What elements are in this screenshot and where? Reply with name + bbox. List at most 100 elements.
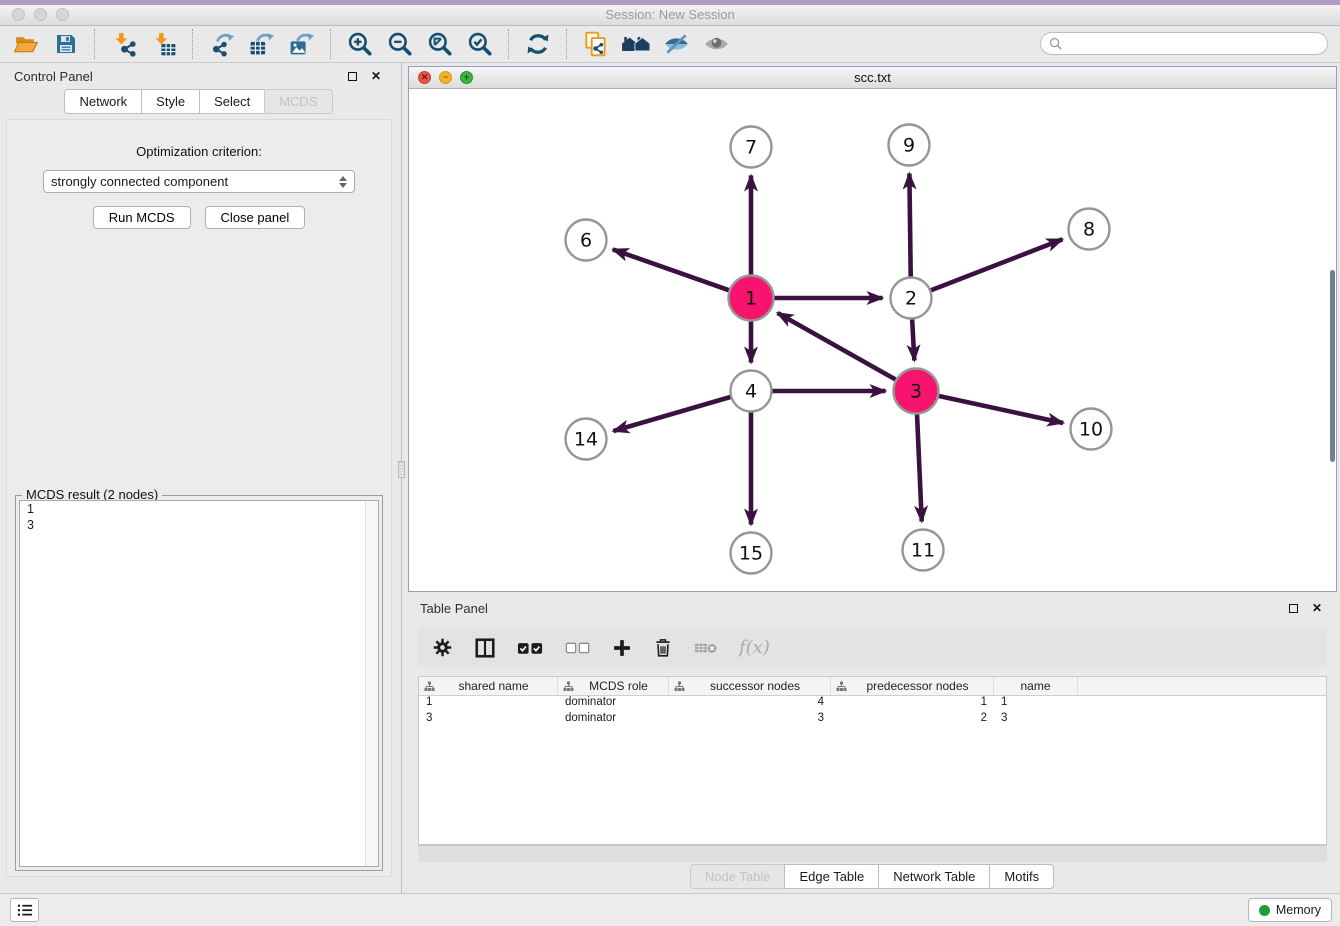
delete-rows-trash-icon[interactable] <box>653 633 673 663</box>
tab-select[interactable]: Select <box>199 89 265 114</box>
toolbar-separator <box>558 29 567 59</box>
table-cell[interactable]: 3 <box>419 712 558 728</box>
table-cell[interactable]: 1 <box>419 696 558 712</box>
hide-selected-icon[interactable] <box>656 28 696 60</box>
graph-edge-1-6[interactable] <box>613 249 729 290</box>
export-network-icon[interactable] <box>202 28 242 60</box>
show-column-panel-icon[interactable] <box>474 633 496 663</box>
tab-style[interactable]: Style <box>141 89 200 114</box>
table-cell[interactable]: 1 <box>994 696 1078 712</box>
zoom-fit-icon[interactable] <box>420 28 460 60</box>
graph-node-label: 15 <box>739 543 763 565</box>
graph-edge-2-8[interactable] <box>931 239 1062 290</box>
table-settings-gear-icon[interactable] <box>432 633 453 663</box>
task-history-button[interactable] <box>10 898 39 922</box>
table-cell[interactable]: 2 <box>831 712 994 728</box>
table-panel-bottom-strip <box>418 845 1327 862</box>
column-header-name[interactable]: name <box>994 677 1078 695</box>
column-type-icon <box>674 681 685 692</box>
apply-layout-icon[interactable] <box>518 28 558 60</box>
tab-motifs[interactable]: Motifs <box>989 864 1054 889</box>
memory-button[interactable]: Memory <box>1248 898 1332 922</box>
task-list-icon <box>16 902 34 918</box>
zoom-in-icon[interactable] <box>340 28 380 60</box>
open-session-icon[interactable] <box>6 28 46 60</box>
graph-node-2[interactable]: 2 <box>891 278 932 319</box>
save-session-icon[interactable] <box>46 28 86 60</box>
graph-node-4[interactable]: 4 <box>731 371 772 412</box>
tab-mcds[interactable]: MCDS <box>264 89 332 114</box>
select-stepper-icon <box>339 176 347 188</box>
create-column-plus-icon[interactable] <box>612 633 632 663</box>
tab-network[interactable]: Network <box>64 89 142 114</box>
graph-edge-3-10[interactable] <box>939 396 1063 423</box>
table-row[interactable]: 1dominator411 <box>419 696 1326 712</box>
close-table-panel-icon[interactable]: ✕ <box>1309 600 1325 616</box>
table-cell[interactable]: 3 <box>994 712 1078 728</box>
graph-node-7[interactable]: 7 <box>731 127 772 168</box>
import-network-icon[interactable] <box>104 28 144 60</box>
optimization-criterion-select[interactable]: strongly connected component <box>43 170 355 193</box>
select-all-columns-icon[interactable] <box>517 633 544 663</box>
table-cell[interactable]: 4 <box>669 696 831 712</box>
zoom-selected-icon[interactable] <box>460 28 500 60</box>
graph-edge-3-1[interactable] <box>778 313 896 379</box>
table-row[interactable]: 3dominator323 <box>419 712 1326 728</box>
network-window-titlebar[interactable]: ✕ − + scc.txt <box>409 67 1336 89</box>
column-type-icon <box>563 681 574 692</box>
import-table-icon[interactable] <box>144 28 184 60</box>
unselect-all-columns-icon[interactable] <box>565 633 591 663</box>
graph-edge-3-11[interactable] <box>917 414 922 521</box>
graph-node-3[interactable]: 3 <box>894 369 939 414</box>
mcds-result-item: 1 <box>20 501 378 517</box>
table-cell[interactable]: 3 <box>669 712 831 728</box>
graph-node-8[interactable]: 8 <box>1069 209 1110 250</box>
close-panel-button[interactable]: Close panel <box>205 206 306 229</box>
graph-node-14[interactable]: 14 <box>566 419 607 460</box>
mcds-result-list[interactable]: 13 <box>19 500 379 867</box>
search-field[interactable] <box>1040 32 1328 55</box>
show-all-icon[interactable] <box>696 28 736 60</box>
network-graph[interactable]: 1 2 3 4 6 7 8 9 10 11 14 15 <box>409 89 1336 591</box>
graph-node-label: 3 <box>910 381 922 403</box>
graph-node-6[interactable]: 6 <box>566 220 607 261</box>
network-vertical-scrollbar[interactable] <box>1330 270 1335 462</box>
column-header-predecessor-nodes[interactable]: predecessor nodes <box>831 677 994 695</box>
vertical-split-grip[interactable] <box>398 461 405 478</box>
graph-node-label: 4 <box>745 381 757 403</box>
graph-node-15[interactable]: 15 <box>731 533 772 574</box>
export-image-icon[interactable] <box>282 28 322 60</box>
column-header-label: shared name <box>435 679 552 693</box>
result-scrollbar[interactable] <box>365 501 378 866</box>
memory-label: Memory <box>1276 903 1321 917</box>
column-header-shared-name[interactable]: shared name <box>419 677 558 695</box>
network-canvas[interactable]: 1 2 3 4 6 7 8 9 10 11 14 15 <box>409 89 1336 591</box>
table-cell[interactable]: dominator <box>558 696 669 712</box>
close-panel-icon[interactable]: ✕ <box>368 68 384 84</box>
export-table-icon[interactable] <box>242 28 282 60</box>
graph-edge-4-14[interactable] <box>613 397 730 431</box>
graph-node-11[interactable]: 11 <box>903 530 944 571</box>
run-mcds-button[interactable]: Run MCDS <box>93 206 191 229</box>
toolbar-separator <box>500 29 509 59</box>
table-cell[interactable]: 1 <box>831 696 994 712</box>
float-table-panel-icon[interactable] <box>1285 600 1301 616</box>
graph-node-1[interactable]: 1 <box>729 276 774 321</box>
float-panel-icon[interactable] <box>344 68 360 84</box>
first-neighbors-icon[interactable] <box>616 28 656 60</box>
graph-node-label: 2 <box>905 288 917 310</box>
node-table[interactable]: shared name MCDS rolesuccessor nodesprede… <box>418 676 1327 845</box>
zoom-out-icon[interactable] <box>380 28 420 60</box>
graph-node-10[interactable]: 10 <box>1071 409 1112 450</box>
column-header-successor-nodes[interactable]: successor nodes <box>669 677 831 695</box>
graph-edge-2-9[interactable] <box>909 173 910 276</box>
search-input[interactable] <box>1067 35 1327 53</box>
tab-network-table[interactable]: Network Table <box>878 864 990 889</box>
tab-node-table[interactable]: Node Table <box>690 864 786 889</box>
clone-network-icon[interactable] <box>576 28 616 60</box>
graph-node-9[interactable]: 9 <box>889 125 930 166</box>
table-cell[interactable]: dominator <box>558 712 669 728</box>
tab-edge-table[interactable]: Edge Table <box>784 864 879 889</box>
column-header-MCDS-role[interactable]: MCDS role <box>558 677 669 695</box>
graph-edge-2-3[interactable] <box>912 319 914 360</box>
